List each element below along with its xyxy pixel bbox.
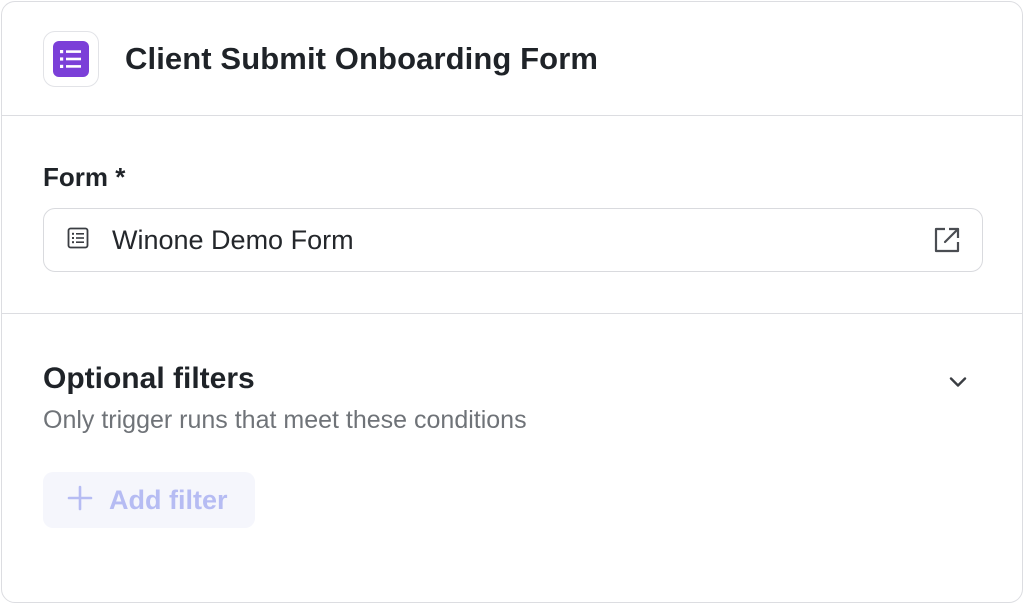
list-doc-icon [66, 226, 90, 255]
plus-icon [67, 485, 93, 516]
add-filter-button[interactable]: Add filter [43, 472, 255, 528]
form-field-label: Form * [43, 162, 126, 192]
add-filter-label: Add filter [109, 484, 228, 515]
optional-filters-section: Optional filters Only trigger runs that … [2, 314, 1022, 528]
page-title: Client Submit Onboarding Form [125, 40, 599, 76]
filters-subtitle: Only trigger runs that meet these condit… [43, 406, 527, 434]
form-select[interactable]: Winone Demo Form [43, 208, 983, 272]
chevron-down-icon[interactable] [944, 368, 972, 396]
app-icon-frame [43, 30, 99, 87]
form-field-section: Form * Winone Demo Form [2, 116, 1022, 314]
card-header: Client Submit Onboarding Form [2, 2, 1022, 116]
trigger-config-card: Client Submit Onboarding Form Form * Win… [1, 1, 1023, 603]
form-list-icon [53, 40, 89, 77]
external-link-icon[interactable] [932, 225, 962, 255]
form-select-value: Winone Demo Form [112, 224, 354, 255]
filters-title: Optional filters [43, 362, 255, 395]
